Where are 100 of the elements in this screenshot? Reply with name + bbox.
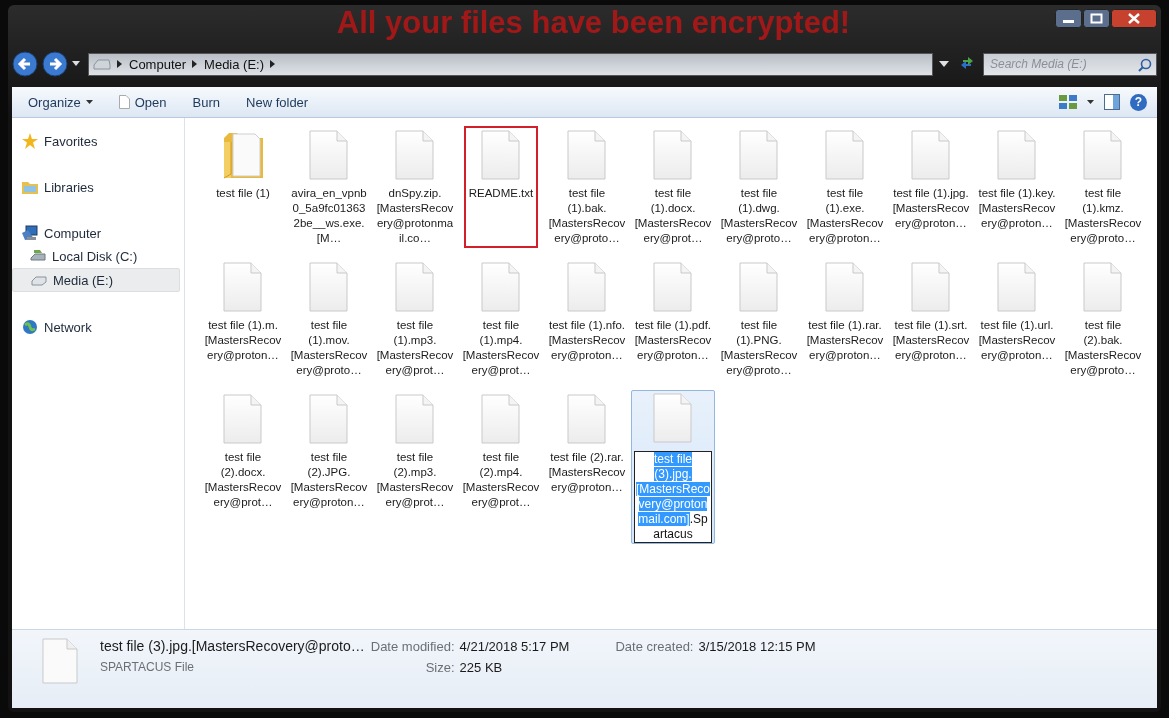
file-name: test file (2).mp3.[MastersRecovery@prot… (376, 450, 454, 510)
file-item[interactable]: test file (1).docx.[MastersRecovery@prot… (631, 126, 715, 248)
file-item[interactable]: test file (1).key.[MastersRecovery@proton… (975, 126, 1059, 248)
help-button[interactable]: ? (1130, 93, 1147, 111)
field-label: Size: (424, 660, 455, 675)
minimize-button[interactable] (1055, 9, 1082, 28)
file-item[interactable]: test file (2).rar.[MastersRecovery@proton… (545, 390, 629, 544)
file-item[interactable]: test file (1).srt.[MastersRecovery@proton… (889, 258, 973, 380)
file-item[interactable]: test file (1) (201, 126, 285, 248)
file-item[interactable]: README.txt (464, 126, 538, 248)
globe-icon (22, 319, 38, 335)
file-item[interactable]: test file (1).pdf.[MastersRecovery@proton… (631, 258, 715, 380)
toolbar-button[interactable]: New folder (238, 91, 317, 113)
file-item[interactable]: test file (1).url.[MastersRecovery@proton… (975, 258, 1059, 380)
file-item[interactable]: test file (1).nfo.[MastersRecovery@proton… (545, 258, 629, 380)
file-icon (1083, 130, 1123, 180)
file-name: test file (1).mov.[MastersRecovery@proto… (290, 318, 368, 378)
field-value: 3/15/2018 12:15 PM (698, 639, 816, 654)
sidebar-item[interactable]: Computer (12, 222, 180, 244)
file-name: test file (2).rar.[MastersRecovery@proton… (548, 450, 626, 495)
file-item[interactable]: test file (1).bak.[MastersRecovery@proto… (545, 126, 629, 248)
file-item[interactable]: test file (2).mp4.[MastersRecovery@prot… (459, 390, 543, 544)
file-name: test file (1).dwg.[MastersRecovery@proto… (720, 186, 798, 246)
file-name: test file (2).docx.[MastersRecovery@prot… (204, 450, 282, 510)
file-icon (395, 130, 435, 180)
caret-icon[interactable] (72, 61, 80, 67)
caret-icon[interactable] (1087, 100, 1094, 104)
preview-pane-icon[interactable] (1104, 94, 1120, 110)
caret-icon (85, 100, 93, 104)
file-name: test file (1).exe.[MastersRecovery@proton… (806, 186, 884, 246)
field-label: Date modified: (370, 639, 455, 654)
file-name: test file (1).jpg.[MastersRecovery@proton… (892, 186, 970, 231)
star-icon (22, 133, 38, 149)
back-button[interactable] (12, 51, 38, 77)
file-item[interactable]: test file (1).mp3.[MastersRecovery@prot… (373, 258, 457, 380)
file-item[interactable]: test file (2).bak.[MastersRecovery@proto… (1061, 258, 1145, 380)
chevron-icon[interactable] (117, 60, 123, 68)
rename-field[interactable]: test file (3).jpg.[MastersRecovery@protonmail.com].Spartacus (634, 451, 712, 543)
file-icon (1083, 262, 1123, 312)
chevron-icon[interactable] (270, 60, 277, 68)
file-item[interactable]: test file (1).mov.[MastersRecovery@proto… (287, 258, 371, 380)
field-value: 225 KB (459, 660, 504, 675)
file-item[interactable]: test file (1).PNG.[MastersRecovery@proto… (717, 258, 801, 380)
file-name: avira_en_vpnb0_5a9fc013632be__ws.exe.[M… (290, 186, 368, 246)
file-item[interactable]: test file (1).jpg.[MastersRecovery@proton… (889, 126, 973, 248)
file-icon (739, 130, 779, 180)
close-button[interactable] (1111, 9, 1157, 28)
file-item[interactable]: test file (1).rar.[MastersRecovery@proton… (803, 258, 887, 380)
file-name: test file (1).kmz.[MastersRecovery@proto… (1064, 186, 1142, 246)
forward-button[interactable] (42, 51, 68, 77)
organize-menu[interactable]: Organize (20, 91, 101, 113)
sidebar-item[interactable]: Media (E:) (12, 268, 180, 292)
sidebar-item[interactable]: Network (12, 316, 180, 338)
file-icon (395, 262, 435, 312)
breadcrumb[interactable]: Computer (129, 56, 187, 72)
view-options-icon[interactable] (1059, 95, 1077, 109)
folder-icon (222, 130, 264, 180)
file-item[interactable]: test file (3).jpg.[MastersRecovery@protonmail.com].Spartacus (631, 390, 715, 544)
breadcrumb[interactable]: Media (E:) (204, 56, 265, 72)
file-icon (567, 394, 607, 444)
file-item[interactable]: avira_en_vpnb0_5a9fc013632be__ws.exe.[M… (287, 126, 371, 248)
file-item[interactable]: test file (1).mp4.[MastersRecovery@prot… (459, 258, 543, 380)
search-field[interactable]: Search Media (E:) (983, 52, 1157, 76)
file-icon (739, 262, 779, 312)
disk-icon (30, 248, 46, 264)
file-item[interactable]: test file (1).kmz.[MastersRecovery@proto… (1061, 126, 1145, 248)
sidebar-item[interactable]: Libraries (12, 176, 180, 198)
file-icon (567, 262, 607, 312)
drive-icon (93, 58, 111, 70)
file-item[interactable]: test file (2).mp3.[MastersRecovery@prot… (373, 390, 457, 544)
file-icon (309, 394, 349, 444)
file-icon (481, 130, 521, 180)
file-icon (395, 394, 435, 444)
file-name: test file (2).mp4.[MastersRecovery@prot… (462, 450, 540, 510)
address-bar[interactable]: Computer Media (E:) (88, 52, 933, 76)
chevron-icon[interactable] (192, 60, 199, 68)
maximize-button[interactable] (1083, 9, 1110, 28)
file-icon (911, 130, 951, 180)
field-value: 4/21/2018 5:17 PM (459, 639, 570, 654)
toolbar-button[interactable]: Burn (184, 91, 229, 113)
file-icon (42, 638, 78, 684)
sidebar-item[interactable]: Local Disk (C:) (12, 245, 180, 267)
sidebar-item[interactable]: Favorites (12, 130, 180, 152)
file-name: test file (1).key.[MastersRecovery@proton… (978, 186, 1056, 231)
file-name: dnSpy.zip.[MastersRecovery@protonmail.co… (376, 186, 454, 246)
file-item[interactable]: test file (1).exe.[MastersRecovery@proton… (803, 126, 887, 248)
file-name: test file (2).bak.[MastersRecovery@proto… (1064, 318, 1142, 378)
search-icon[interactable] (1138, 57, 1152, 72)
file-icon (825, 130, 865, 180)
file-name: test file (3).jpg.[MastersRecovery@proto… (100, 638, 365, 654)
dropdown-icon[interactable] (939, 61, 949, 67)
file-item[interactable]: test file (1).m.[MastersRecovery@proton… (201, 258, 285, 380)
toolbar-button[interactable]: Open (110, 91, 175, 113)
file-item[interactable]: test file (1).dwg.[MastersRecovery@proto… (717, 126, 801, 248)
file-name: test file (1).docx.[MastersRecovery@prot… (634, 186, 712, 246)
file-item[interactable]: dnSpy.zip.[MastersRecovery@protonmail.co… (373, 126, 457, 248)
file-item[interactable]: test file (2).docx.[MastersRecovery@prot… (201, 390, 285, 544)
file-icon (997, 262, 1037, 312)
file-item[interactable]: test file (2).JPG.[MastersRecovery@proton… (287, 390, 371, 544)
file-name: test file (2).JPG.[MastersRecovery@proton… (290, 450, 368, 510)
